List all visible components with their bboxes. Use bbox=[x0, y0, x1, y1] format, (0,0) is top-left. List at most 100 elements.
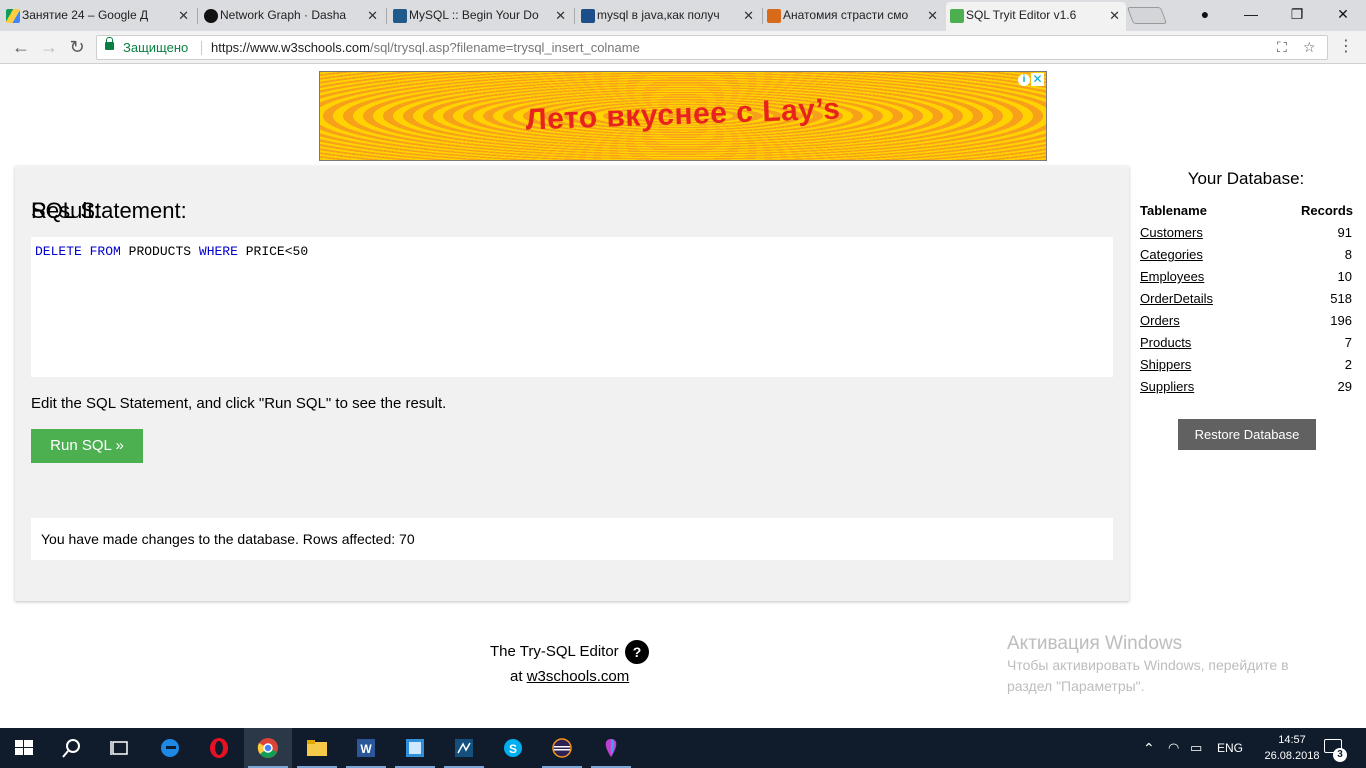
google-drive-icon bbox=[6, 9, 20, 23]
url-host: https://www.w3schools.com bbox=[211, 40, 370, 55]
sql-condition: PRICE<50 bbox=[245, 244, 309, 259]
translate-icon[interactable]: ⛶ bbox=[1277, 36, 1287, 59]
tab-divider bbox=[386, 8, 387, 24]
record-count: 29 bbox=[1337, 379, 1352, 394]
tab-mysql[interactable]: MySQL :: Begin Your Do ✕ bbox=[389, 2, 572, 31]
footer-credit: at w3schools.com bbox=[510, 668, 629, 685]
run-sql-button[interactable]: Run SQL » bbox=[31, 429, 143, 463]
secure-label: Защищено bbox=[123, 40, 189, 55]
opera-icon bbox=[210, 738, 228, 758]
address-bar[interactable]: Защищено https://www.w3schools.com/sql/t… bbox=[96, 35, 1328, 60]
reload-button[interactable]: ↻ bbox=[66, 37, 88, 57]
table-link-products[interactable]: Products bbox=[1140, 332, 1191, 354]
tab-github[interactable]: Network Graph · Dasha ✕ bbox=[200, 2, 384, 31]
record-count: 8 bbox=[1344, 247, 1352, 262]
taskbar-opera[interactable] bbox=[195, 728, 243, 768]
result-output: You have made changes to the database. R… bbox=[31, 518, 1113, 560]
table-row: Orders 196 bbox=[1140, 310, 1352, 332]
sql-table: PRODUCTS bbox=[128, 244, 192, 259]
notification-count-badge: 3 bbox=[1333, 748, 1347, 762]
svg-text:S: S bbox=[509, 742, 517, 756]
tab-video[interactable]: Анатомия страсти смо ✕ bbox=[763, 2, 944, 31]
maximize-button[interactable]: ❐ bbox=[1274, 3, 1320, 27]
taskbar-edge[interactable] bbox=[146, 728, 194, 768]
table-link-shippers[interactable]: Shippers bbox=[1140, 354, 1191, 376]
taskbar-skype[interactable]: S bbox=[489, 728, 537, 768]
mysql-icon bbox=[393, 9, 407, 23]
ad-close-icon[interactable]: ✕ bbox=[1031, 73, 1044, 86]
taskbar-mysql-workbench[interactable] bbox=[440, 728, 488, 768]
activation-watermark-line: Чтобы активировать Windows, перейдите в bbox=[1007, 657, 1289, 673]
ad-info-icon[interactable]: i bbox=[1018, 74, 1030, 86]
forward-button[interactable]: → bbox=[38, 37, 60, 57]
editor-panel: SQL Statement: DELETE FROM PRODUCTS WHER… bbox=[15, 166, 1129, 601]
tray-overflow-icon[interactable]: ⌃ bbox=[1143, 728, 1155, 768]
taskbar-chrome[interactable] bbox=[244, 728, 292, 768]
back-button[interactable]: ← bbox=[10, 37, 32, 57]
w3schools-link[interactable]: w3schools.com bbox=[527, 668, 630, 685]
table-row: Shippers 2 bbox=[1140, 354, 1352, 376]
battery-icon[interactable]: ▭ bbox=[1190, 728, 1202, 768]
restore-database-button[interactable]: Restore Database bbox=[1178, 419, 1316, 450]
system-clock[interactable]: 14:57 26.08.2018 bbox=[1262, 732, 1322, 764]
table-row: Suppliers 29 bbox=[1140, 376, 1352, 398]
table-row: Employees 10 bbox=[1140, 266, 1352, 288]
skype-icon: S bbox=[504, 739, 522, 757]
close-icon[interactable]: ✕ bbox=[367, 2, 378, 29]
close-icon[interactable]: ✕ bbox=[555, 2, 566, 29]
table-row: Customers 91 bbox=[1140, 222, 1352, 244]
record-count: 91 bbox=[1337, 225, 1352, 240]
window-close-button[interactable]: ✕ bbox=[1320, 3, 1366, 27]
search-icon bbox=[62, 739, 80, 758]
column-header-records: Records bbox=[1300, 203, 1353, 218]
taskbar-app-balloon[interactable] bbox=[587, 728, 635, 768]
table-link-customers[interactable]: Customers bbox=[1140, 222, 1203, 244]
result-heading: Result: bbox=[31, 198, 100, 223]
taskbar-eclipse[interactable] bbox=[538, 728, 586, 768]
sql-editor[interactable]: DELETE FROM PRODUCTS WHERE PRICE<50 bbox=[31, 237, 1113, 377]
eclipse-icon bbox=[552, 738, 572, 758]
tab-title: Анатомия страсти смо bbox=[783, 8, 909, 22]
help-icon[interactable]: ? bbox=[625, 640, 649, 664]
tab-sql-tryit[interactable]: SQL Tryit Editor v1.6 ✕ bbox=[946, 2, 1126, 31]
url-path: /sql/trysql.asp?filename=trysql_insert_c… bbox=[369, 40, 640, 55]
record-count: 2 bbox=[1344, 357, 1352, 372]
record-count: 7 bbox=[1344, 335, 1352, 350]
ad-banner[interactable]: Лето вкуснее с Lay’s i ✕ bbox=[319, 71, 1047, 161]
taskbar-word[interactable]: W bbox=[342, 728, 390, 768]
close-icon[interactable]: ✕ bbox=[743, 2, 754, 29]
browser-tab-strip: Занятие 24 – Google Д ✕ Network Graph · … bbox=[0, 0, 1366, 31]
start-button[interactable] bbox=[0, 728, 48, 768]
user-profile-icon[interactable]: ● bbox=[1182, 3, 1228, 27]
record-count: 518 bbox=[1330, 291, 1352, 306]
edge-icon bbox=[161, 739, 179, 757]
bookmark-star-icon[interactable]: ☆ bbox=[1303, 36, 1316, 59]
taskbar-explorer[interactable] bbox=[293, 728, 341, 768]
search-button[interactable] bbox=[48, 728, 96, 768]
table-link-orderdetails[interactable]: OrderDetails bbox=[1140, 288, 1213, 310]
table-link-categories[interactable]: Categories bbox=[1140, 244, 1203, 266]
stackoverflow-icon bbox=[581, 9, 595, 23]
close-icon[interactable]: ✕ bbox=[178, 2, 189, 29]
tab-stackoverflow[interactable]: mysql в java,как получ ✕ bbox=[577, 2, 760, 31]
language-indicator[interactable]: ENG bbox=[1217, 728, 1243, 768]
browser-toolbar: ← → ↻ Защищено https://www.w3schools.com… bbox=[0, 31, 1366, 64]
table-link-employees[interactable]: Employees bbox=[1140, 266, 1204, 288]
browser-menu-icon[interactable]: ⋮ bbox=[1338, 37, 1354, 57]
fox-icon bbox=[767, 9, 781, 23]
new-tab-button[interactable] bbox=[1126, 7, 1168, 24]
table-link-suppliers[interactable]: Suppliers bbox=[1140, 376, 1194, 398]
sql-keyword: FROM bbox=[89, 244, 121, 259]
tab-google-drive[interactable]: Занятие 24 – Google Д ✕ bbox=[2, 2, 195, 31]
tab-title: Network Graph · Dasha bbox=[220, 8, 347, 22]
network-icon[interactable]: ◠ bbox=[1168, 728, 1179, 768]
close-icon[interactable]: ✕ bbox=[1109, 2, 1120, 29]
close-icon[interactable]: ✕ bbox=[927, 2, 938, 29]
tab-title: mysql в java,как получ bbox=[597, 8, 720, 22]
task-view-button[interactable] bbox=[96, 728, 144, 768]
table-link-orders[interactable]: Orders bbox=[1140, 310, 1180, 332]
minimize-button[interactable]: — bbox=[1228, 3, 1274, 27]
clock-time: 14:57 bbox=[1278, 734, 1306, 746]
taskbar-app-blue[interactable] bbox=[391, 728, 439, 768]
table-row: Categories 8 bbox=[1140, 244, 1352, 266]
